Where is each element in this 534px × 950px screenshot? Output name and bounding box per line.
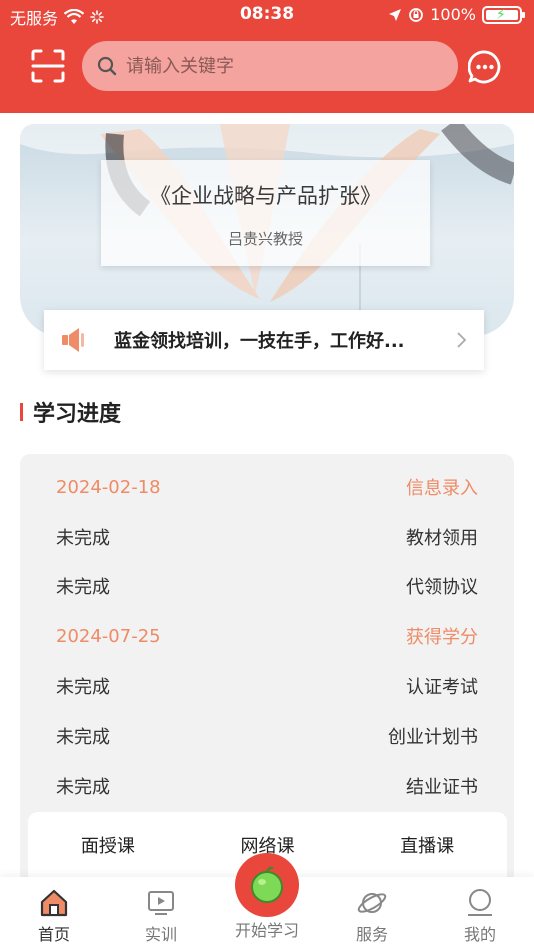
start-learning-button[interactable] xyxy=(235,853,299,917)
nav-practice[interactable]: 实训 xyxy=(121,887,201,945)
section-header: 学习进度 xyxy=(20,398,122,427)
nav-mine-label: 我的 xyxy=(463,925,496,944)
nav-home[interactable]: 首页 xyxy=(14,887,94,945)
banner-caption: 《企业战略与产品扩张》 吕贵兴教授 xyxy=(101,160,430,266)
progress-row-right: 认证考试 xyxy=(406,677,478,698)
course-banner[interactable]: 《企业战略与产品扩张》 吕贵兴教授 xyxy=(20,124,514,336)
search-bar[interactable] xyxy=(82,41,458,91)
message-icon[interactable] xyxy=(468,50,502,84)
location-icon xyxy=(389,8,402,21)
green-fruit-icon xyxy=(251,866,283,903)
start-learning-label: 开始学习 xyxy=(234,921,299,940)
progress-row[interactable]: 2024-02-18 信息录入 xyxy=(56,472,478,502)
progress-row[interactable]: 未完成 结业证书 xyxy=(56,771,478,801)
chevron-right-icon xyxy=(457,332,467,348)
notice-text: 蓝金领找培训，一技在手，工作好... xyxy=(114,331,405,352)
nav-home-label: 首页 xyxy=(37,925,70,944)
orientation-lock-icon xyxy=(409,7,424,22)
banner-title: 《企业战略与产品扩张》 xyxy=(150,184,381,208)
progress-row-left: 2024-07-25 xyxy=(56,625,161,647)
search-icon xyxy=(97,56,117,76)
section-title-marker xyxy=(20,403,23,421)
progress-row-left: 未完成 xyxy=(56,777,110,798)
progress-row-left: 未完成 xyxy=(56,528,110,549)
progress-row-left: 未完成 xyxy=(56,727,110,748)
planet-icon xyxy=(357,893,387,913)
app-header: 无服务 08:38 100% ⚡ 请输入关键字 xyxy=(0,0,534,113)
progress-row-right: 教材领用 xyxy=(406,528,478,549)
progress-row-right: 代领协议 xyxy=(406,577,478,598)
progress-row-right: 结业证书 xyxy=(406,777,478,798)
progress-row-left: 未完成 xyxy=(56,577,110,598)
battery-icon: ⚡ xyxy=(482,5,525,24)
progress-row[interactable]: 未完成 代领协议 xyxy=(56,571,478,601)
status-right: 100% ⚡ xyxy=(388,5,525,24)
progress-row[interactable]: 未完成 认证考试 xyxy=(56,671,478,701)
tab-live[interactable]: 直播课 xyxy=(347,812,507,882)
progress-row[interactable]: 未完成 创业计划书 xyxy=(56,721,478,751)
scan-icon[interactable] xyxy=(30,48,66,84)
nav-service[interactable]: 服务 xyxy=(332,887,412,945)
nav-practice-label: 实训 xyxy=(144,925,177,944)
progress-row-left: 未完成 xyxy=(56,677,110,698)
speaker-icon xyxy=(62,328,84,352)
progress-row-left: 2024-02-18 xyxy=(56,476,161,498)
progress-row-right: 获得学分 xyxy=(406,627,478,648)
notice-bar[interactable]: 蓝金领找培训，一技在手，工作好... xyxy=(44,310,484,370)
progress-row-right: 信息录入 xyxy=(406,478,478,499)
progress-row[interactable]: 2024-07-25 获得学分 xyxy=(56,621,478,651)
toolbar xyxy=(0,40,534,92)
nav-mine[interactable]: 我的 xyxy=(440,887,520,945)
progress-row[interactable]: 未完成 教材领用 xyxy=(56,522,478,552)
progress-row-right: 创业计划书 xyxy=(388,727,478,748)
status-bar: 无服务 08:38 100% ⚡ xyxy=(0,0,534,30)
battery-percent: 100% xyxy=(430,5,476,24)
home-icon xyxy=(40,889,68,917)
banner-subtitle: 吕贵兴教授 xyxy=(227,230,303,248)
nav-service-label: 服务 xyxy=(355,925,388,944)
section-title: 学习进度 xyxy=(33,402,122,427)
search-input[interactable] xyxy=(126,55,426,77)
tab-face-to-face[interactable]: 面授课 xyxy=(28,812,188,882)
user-icon xyxy=(468,889,492,916)
video-screen-icon xyxy=(148,891,174,915)
